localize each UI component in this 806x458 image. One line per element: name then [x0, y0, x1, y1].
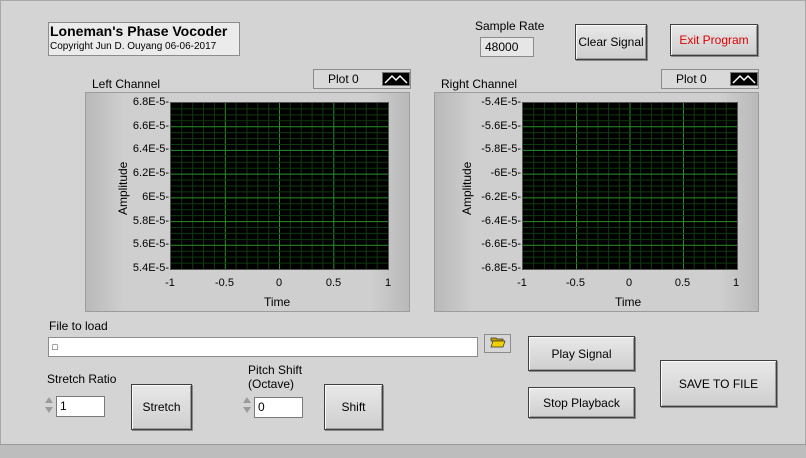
sample-rate-indicator: 48000	[480, 37, 534, 57]
y-tick-label: 5.4E-5-	[132, 262, 169, 274]
x-tick-label: 0.5	[325, 277, 342, 289]
file-to-load-label: File to load	[49, 319, 108, 333]
left-grid	[171, 103, 388, 269]
stretch-ratio-label: Stretch Ratio	[47, 372, 117, 386]
y-tick-label: 6.8E-5-	[132, 96, 169, 108]
pitch-shift-spinner[interactable]	[242, 395, 252, 419]
x-tick-label: 0.5	[674, 277, 691, 289]
x-tick-label: -1	[517, 277, 527, 289]
x-tick-label: 0	[275, 277, 283, 289]
pitch-shift-unit-label: (Octave)	[248, 377, 295, 391]
line-style-icon	[382, 72, 410, 86]
y-tick-label: 5.6E-5-	[132, 238, 169, 251]
y-tick-label: -6.8E-5-	[481, 262, 521, 274]
right-grid	[523, 103, 737, 269]
x-tick-label: 1	[384, 277, 392, 289]
y-tick-label: -5.6E-5-	[481, 119, 521, 132]
decrement-arrow-icon[interactable]	[243, 407, 251, 413]
x-tick-label: -0.5	[566, 277, 585, 289]
x-tick-label: -1	[165, 277, 175, 289]
line-style-icon	[730, 72, 758, 86]
y-tick-label: -5.8E-5-	[481, 143, 521, 156]
y-tick-label: 6E-5-	[142, 190, 169, 203]
y-tick-label: 6.2E-5-	[132, 167, 169, 180]
path-type-icon: □	[52, 342, 58, 352]
browse-button[interactable]	[484, 334, 511, 353]
y-tick-label: 5.8E-5-	[132, 214, 169, 227]
y-tick-label: 6.6E-5-	[132, 119, 169, 132]
left-plot-legend[interactable]: Plot 0	[313, 69, 411, 89]
stretch-ratio-input[interactable]: 1	[56, 396, 105, 417]
y-tick-label: -6.4E-5-	[481, 214, 521, 227]
left-plot-area[interactable]	[170, 102, 389, 270]
left-y-axis-label: Amplitude	[116, 161, 130, 215]
y-tick-label: 6.4E-5-	[132, 143, 169, 156]
x-tick-label: 1	[732, 277, 740, 289]
folder-icon	[490, 336, 506, 351]
x-tick-label: 0	[625, 277, 633, 289]
increment-arrow-icon[interactable]	[243, 397, 251, 403]
right-legend-label: Plot 0	[676, 72, 707, 86]
right-channel-title: Right Channel	[441, 77, 518, 91]
pitch-shift-label: Pitch Shift	[248, 363, 303, 377]
y-tick-label: -6.2E-5-	[481, 190, 521, 203]
y-tick-label: -5.4E-5-	[481, 96, 521, 108]
right-plot-legend[interactable]: Plot 0	[661, 69, 759, 89]
right-x-axis-label: Time	[615, 295, 642, 309]
app-title: Loneman's Phase Vocoder	[50, 23, 228, 39]
shift-button[interactable]: Shift	[324, 384, 383, 430]
increment-arrow-icon[interactable]	[45, 397, 53, 403]
stretch-ratio-spinner[interactable]	[44, 395, 54, 419]
x-tick-label: -0.5	[215, 277, 234, 289]
sample-rate-label: Sample Rate	[475, 19, 545, 33]
stretch-button[interactable]: Stretch	[131, 384, 192, 430]
left-x-axis-label: Time	[264, 295, 291, 309]
decrement-arrow-icon[interactable]	[45, 407, 53, 413]
pitch-shift-input[interactable]: 0	[254, 397, 303, 418]
right-plot-area[interactable]	[522, 102, 738, 270]
y-tick-label: -6E-5-	[490, 167, 521, 180]
exit-program-button[interactable]: Exit Program	[670, 24, 758, 56]
y-tick-label: -6.6E-5-	[481, 238, 521, 251]
copyright-text: Copyright Jun D. Ouyang 06-06-2017	[50, 41, 217, 52]
stop-playback-button[interactable]: Stop Playback	[528, 387, 635, 418]
left-legend-label: Plot 0	[328, 72, 359, 86]
right-y-axis-label: Amplitude	[460, 161, 474, 215]
play-signal-button[interactable]: Play Signal	[528, 336, 635, 371]
clear-signal-button[interactable]: Clear Signal	[575, 24, 647, 60]
file-path-input[interactable]	[48, 337, 478, 357]
left-channel-title: Left Channel	[92, 77, 161, 91]
save-to-file-button[interactable]: SAVE TO FILE	[660, 360, 777, 407]
status-strip	[0, 444, 806, 458]
